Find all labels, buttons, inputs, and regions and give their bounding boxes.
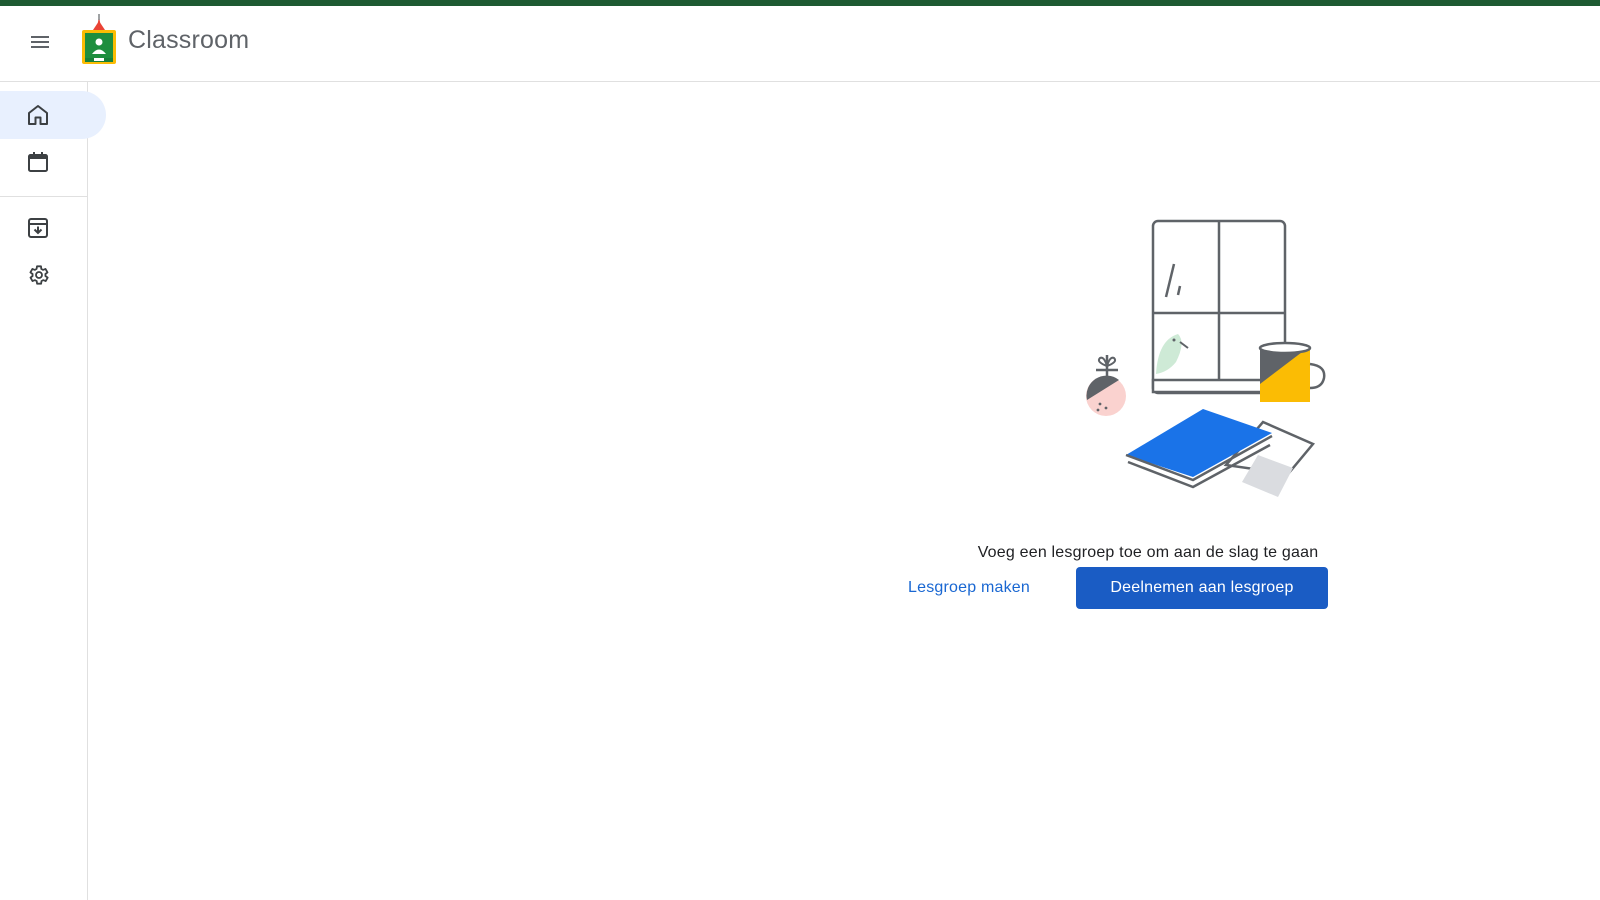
classroom-logo[interactable] (80, 14, 118, 66)
home-icon (28, 105, 48, 125)
create-class-button[interactable]: Lesgroep maken (900, 568, 1038, 608)
archive-icon (28, 218, 48, 238)
sidebar-divider (0, 196, 88, 197)
main-content: Voeg een lesgroep toe om aan de slag te … (88, 82, 1600, 900)
hamburger-menu-icon (31, 36, 49, 48)
calendar-icon (28, 152, 48, 172)
app-header: Classroom (0, 6, 1600, 82)
join-class-button[interactable]: Deelnemen aan lesgroep (1076, 567, 1328, 609)
app-title[interactable]: Classroom (128, 26, 249, 55)
sidebar-nav (0, 82, 106, 900)
main-menu-button[interactable] (16, 18, 64, 66)
gear-icon (29, 265, 49, 285)
empty-classes-illustration (1086, 219, 1326, 497)
empty-state-message: Voeg een lesgroep toe om aan de slag te … (977, 544, 1319, 561)
